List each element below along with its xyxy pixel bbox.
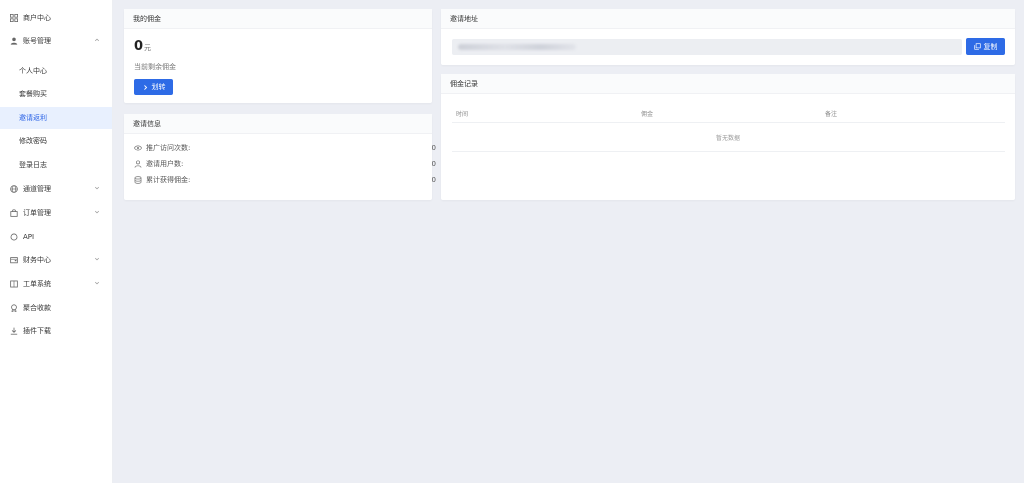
sidebar-item-change-password[interactable]: 修改密码 [0, 130, 112, 152]
sidebar-item-account[interactable]: 账号管理 [0, 30, 112, 52]
sidebar-item-label: 工单系统 [23, 280, 51, 288]
copy-button[interactable]: 复制 [966, 38, 1005, 55]
chevron-down-icon [94, 185, 100, 191]
info-row-value: 0 [431, 176, 436, 184]
sidebar-item-invite-rebate[interactable]: 邀请返利 [0, 107, 112, 129]
commission-card-title: 我的佣金 [124, 9, 432, 29]
info-row-label: 累计获得佣金: [146, 176, 191, 184]
copy-icon [973, 43, 981, 50]
info-row-value: 0 [431, 144, 436, 152]
invite-info-title: 邀请信息 [124, 114, 432, 134]
invite-url-title: 邀请地址 [441, 9, 1015, 29]
chevron-down-icon [94, 256, 100, 262]
blurred-url [458, 44, 576, 50]
sidebar-item-label: 聚合收款 [23, 304, 51, 312]
copy-button-label: 复制 [983, 42, 998, 51]
sidebar-item-label: 通道管理 [23, 185, 51, 193]
commission-amount-value: 0 [134, 39, 144, 54]
table-divider [452, 151, 1005, 152]
sidebar-item-plan-purchase[interactable]: 套餐购买 [0, 83, 112, 105]
sidebar-item-label: 套餐购买 [19, 90, 47, 98]
sidebar-item-aggregate-payment[interactable]: 聚合收款 [0, 297, 112, 319]
invite-url-card: 邀请地址 复制 [441, 9, 1015, 65]
eye-icon [134, 144, 142, 152]
sidebar-item-label: 邀请返利 [19, 114, 47, 122]
sidebar-item-orders[interactable]: 订单管理 [0, 202, 112, 224]
chevron-down-icon [94, 209, 100, 215]
wallet-icon [10, 256, 18, 264]
sidebar: 商户中心 账号管理 个人中心 套餐购买 邀请返利 修改密码 登录日志 通道管理 … [0, 0, 113, 483]
info-row-invited-users: 邀请用户数: 0 [134, 158, 436, 170]
sidebar-item-merchant-center[interactable]: 商户中心 [0, 7, 112, 29]
sidebar-item-finance[interactable]: 财务中心 [0, 249, 112, 271]
sidebar-item-api[interactable]: API [0, 226, 112, 248]
records-card: 佣金记录 时间 佣金 备注 暂无数据 [441, 74, 1015, 200]
invite-url-field[interactable] [452, 39, 962, 55]
sidebar-item-label: 订单管理 [23, 209, 51, 217]
column-header-remark: 备注 [825, 111, 838, 118]
info-row-value: 0 [431, 160, 436, 168]
user-icon [134, 160, 142, 168]
sidebar-item-label: 插件下载 [23, 327, 51, 335]
sidebar-item-channel[interactable]: 通道管理 [0, 178, 112, 200]
sidebar-item-label: 登录日志 [19, 161, 47, 169]
empty-state: 暂无数据 [715, 135, 740, 142]
sidebar-item-label: 修改密码 [19, 137, 47, 145]
sidebar-item-tickets[interactable]: 工单系统 [0, 273, 112, 295]
column-header-commission: 佣金 [641, 111, 654, 118]
commission-unit: 元 [144, 44, 152, 52]
database-icon [134, 176, 142, 184]
commission-card: 我的佣金 0元 当前剩余佣金 划转 [124, 9, 432, 103]
transfer-button[interactable]: 划转 [134, 79, 173, 95]
download-icon [10, 327, 18, 335]
award-icon [10, 304, 18, 312]
sidebar-item-label: 个人中心 [19, 67, 47, 75]
chevron-down-icon [94, 280, 100, 286]
commission-sub-label: 当前剩余佣金 [134, 63, 176, 71]
info-row-label: 邀请用户数: [146, 160, 184, 168]
globe-icon [10, 185, 18, 193]
info-row-total-commission: 累计获得佣金: 0 [134, 174, 436, 186]
bag-icon [10, 209, 18, 217]
info-row-label: 推广访问次数: [146, 144, 191, 152]
grid-icon [10, 14, 18, 22]
invite-info-card: 邀请信息 推广访问次数: 0 邀请用户数: 0 累计获得佣金: 0 [124, 114, 436, 200]
info-row-visits: 推广访问次数: 0 [134, 142, 436, 154]
column-header-time: 时间 [456, 111, 469, 118]
sidebar-item-label: 商户中心 [23, 14, 51, 22]
circle-icon [10, 233, 18, 241]
book-icon [10, 280, 18, 288]
sidebar-item-profile[interactable]: 个人中心 [0, 60, 112, 82]
sidebar-item-label: API [23, 233, 35, 241]
sidebar-item-plugin-download[interactable]: 插件下载 [0, 320, 112, 342]
records-title: 佣金记录 [441, 74, 1015, 94]
chevron-right-icon [143, 84, 147, 90]
transfer-button-label: 划转 [151, 83, 166, 91]
sidebar-item-login-log[interactable]: 登录日志 [0, 154, 112, 176]
commission-amount: 0元 [134, 39, 151, 54]
user-icon [10, 37, 18, 45]
table-divider [452, 122, 1005, 123]
sidebar-item-label: 财务中心 [23, 256, 51, 264]
sidebar-item-label: 账号管理 [23, 37, 51, 45]
chevron-up-icon [94, 37, 100, 43]
